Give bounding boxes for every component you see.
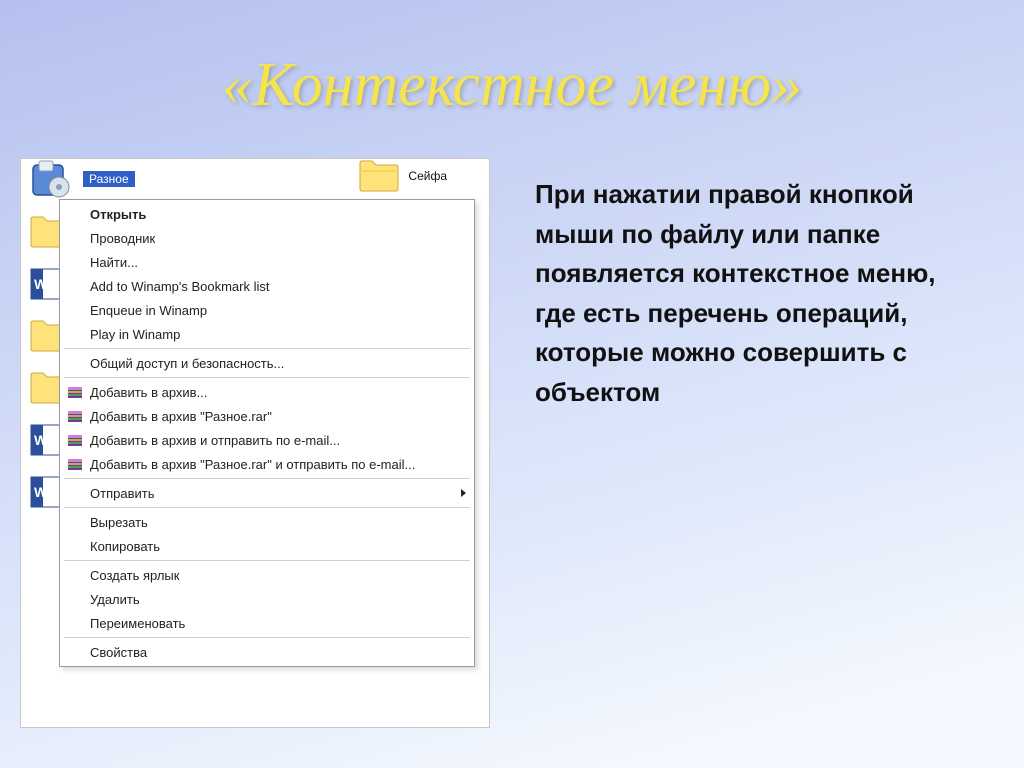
blank-icon	[66, 566, 84, 584]
menu-label: Проводник	[90, 231, 466, 246]
blank-icon	[66, 537, 84, 555]
menu-label: Add to Winamp's Bookmark list	[90, 279, 466, 294]
svg-text:W: W	[34, 276, 48, 292]
menu-item-rar-add-email[interactable]: Добавить в архив и отправить по e-mail..…	[62, 428, 472, 452]
blank-icon	[66, 253, 84, 271]
desktop-selected-folder[interactable]: Разное	[29, 159, 135, 199]
menu-label: Отправить	[90, 486, 455, 501]
blank-icon	[66, 301, 84, 319]
blank-icon	[66, 513, 84, 531]
slide-title: «Контекстное меню»	[0, 50, 1024, 121]
blank-icon	[66, 229, 84, 247]
menu-label: Play in Winamp	[90, 327, 466, 342]
menu-label: Свойства	[90, 645, 466, 660]
menu-label: Добавить в архив...	[90, 385, 466, 400]
menu-item-cut[interactable]: Вырезать	[62, 510, 472, 534]
svg-text:W: W	[34, 432, 48, 448]
menu-item-winamp-bookmark[interactable]: Add to Winamp's Bookmark list	[62, 274, 472, 298]
menu-item-create-shortcut[interactable]: Создать ярлык	[62, 563, 472, 587]
menu-separator	[64, 478, 470, 479]
winrar-icon	[66, 407, 84, 425]
context-menu: Открыть Проводник Найти... Add to Winamp…	[59, 199, 475, 667]
menu-separator	[64, 377, 470, 378]
installer-icon	[29, 159, 77, 199]
menu-item-properties[interactable]: Свойства	[62, 640, 472, 664]
svg-text:W: W	[34, 484, 48, 500]
menu-label: Добавить в архив "Разное.rar" и отправит…	[90, 457, 466, 472]
menu-item-copy[interactable]: Копировать	[62, 534, 472, 558]
menu-item-find[interactable]: Найти...	[62, 250, 472, 274]
menu-label: Добавить в архив и отправить по e-mail..…	[90, 433, 466, 448]
blank-icon	[66, 614, 84, 632]
menu-label: Создать ярлык	[90, 568, 466, 583]
menu-item-rar-add[interactable]: Добавить в архив...	[62, 380, 472, 404]
menu-label: Найти...	[90, 255, 466, 270]
menu-label: Открыть	[90, 207, 466, 222]
menu-label: Общий доступ и безопасность...	[90, 356, 466, 371]
blank-icon	[66, 643, 84, 661]
folder-icon	[358, 159, 400, 193]
blank-icon	[66, 590, 84, 608]
menu-item-winamp-play[interactable]: Play in Winamp	[62, 322, 472, 346]
menu-item-delete[interactable]: Удалить	[62, 587, 472, 611]
menu-label: Enqueue in Winamp	[90, 303, 466, 318]
menu-item-rename[interactable]: Переименовать	[62, 611, 472, 635]
blank-icon	[66, 325, 84, 343]
menu-label: Переименовать	[90, 616, 466, 631]
slide-body-text: При нажатии правой кнопкой мыши по файлу…	[535, 175, 975, 412]
menu-label: Копировать	[90, 539, 466, 554]
blank-icon	[66, 205, 84, 223]
menu-item-sharing[interactable]: Общий доступ и безопасность...	[62, 351, 472, 375]
screenshot-panel: Разное Сейфа W W W	[20, 158, 490, 728]
menu-item-winamp-enqueue[interactable]: Enqueue in Winamp	[62, 298, 472, 322]
desktop-folder-right[interactable]: Сейфа	[358, 159, 449, 193]
menu-separator	[64, 560, 470, 561]
winrar-icon	[66, 455, 84, 473]
menu-separator	[64, 348, 470, 349]
winrar-icon	[66, 431, 84, 449]
menu-item-send-to[interactable]: Отправить	[62, 481, 472, 505]
menu-item-explorer[interactable]: Проводник	[62, 226, 472, 250]
menu-item-rar-add-named[interactable]: Добавить в архив "Разное.rar"	[62, 404, 472, 428]
menu-item-open[interactable]: Открыть	[62, 202, 472, 226]
menu-label: Удалить	[90, 592, 466, 607]
menu-label: Вырезать	[90, 515, 466, 530]
blank-icon	[66, 484, 84, 502]
blank-icon	[66, 354, 84, 372]
submenu-arrow-icon	[461, 489, 466, 497]
menu-separator	[64, 637, 470, 638]
blank-icon	[66, 277, 84, 295]
selected-folder-label: Разное	[83, 171, 135, 187]
folder-right-label: Сейфа	[406, 168, 449, 184]
winrar-icon	[66, 383, 84, 401]
menu-separator	[64, 507, 470, 508]
menu-item-rar-add-named-email[interactable]: Добавить в архив "Разное.rar" и отправит…	[62, 452, 472, 476]
menu-label: Добавить в архив "Разное.rar"	[90, 409, 466, 424]
